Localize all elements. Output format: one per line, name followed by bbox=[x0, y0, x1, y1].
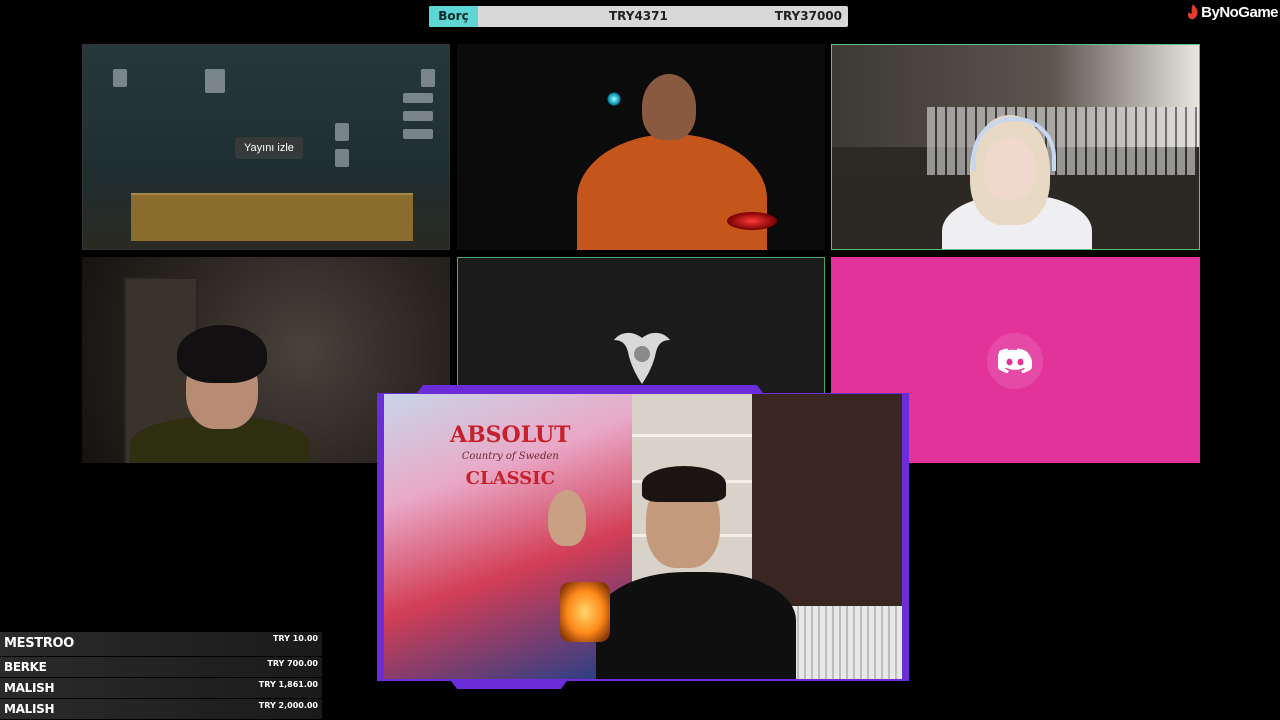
shelf-board bbox=[632, 434, 752, 437]
poster-text: ABSOLUT Country of Sweden CLASSIC bbox=[450, 424, 571, 490]
poster-line-2: Country of Sweden bbox=[461, 451, 559, 462]
list-item: MALISH TRY 1,861.00 bbox=[0, 678, 322, 699]
donor-name: BERKE bbox=[4, 660, 47, 674]
tile-rack bbox=[131, 193, 413, 241]
game-tile bbox=[403, 93, 433, 103]
game-tile bbox=[335, 123, 349, 141]
list-item: MALISH TRY 2,000.00 bbox=[0, 699, 322, 720]
poster-line-3: CLASSIC bbox=[465, 468, 555, 489]
radiator bbox=[792, 606, 902, 679]
participant-cam-1[interactable] bbox=[457, 44, 825, 250]
game-screenshare-tile[interactable]: Yayını izle bbox=[82, 44, 450, 250]
game-tile bbox=[113, 69, 127, 87]
debt-label: Borç bbox=[429, 6, 478, 27]
list-item: BERKE TRY 700.00 bbox=[0, 657, 322, 678]
poster-line-1: ABSOLUT bbox=[450, 422, 571, 448]
debt-current-amount: TRY4371 bbox=[609, 9, 668, 23]
streamer-hair bbox=[642, 466, 726, 502]
donation-list: MESTROO TRY 10.00 BERKE TRY 700.00 MALIS… bbox=[0, 632, 322, 720]
headset-light-icon bbox=[607, 92, 621, 106]
streamer-hand bbox=[548, 490, 586, 546]
winged-emblem-icon bbox=[614, 332, 670, 384]
participant-silhouette bbox=[577, 134, 767, 250]
game-tile bbox=[335, 149, 349, 167]
streamer-silhouette bbox=[596, 572, 796, 679]
microphone-icon bbox=[560, 582, 610, 642]
kitchen-backsplash bbox=[927, 107, 1197, 177]
donor-name: MALISH bbox=[4, 702, 55, 716]
donor-name: MALISH bbox=[4, 681, 55, 695]
list-item: MESTROO TRY 10.00 bbox=[0, 632, 322, 657]
participant-cam-2[interactable] bbox=[831, 44, 1200, 250]
keyboard-light bbox=[727, 212, 777, 230]
donation-amount: TRY 2,000.00 bbox=[258, 701, 318, 710]
flame-icon bbox=[1187, 4, 1199, 20]
participant-hair bbox=[177, 325, 267, 383]
game-tile bbox=[421, 69, 435, 87]
game-tile bbox=[403, 129, 433, 139]
donation-amount: TRY 700.00 bbox=[267, 659, 318, 668]
debt-target-amount: TRY37000 bbox=[774, 9, 842, 23]
watch-stream-button[interactable]: Yayını izle bbox=[235, 137, 303, 159]
game-tile bbox=[403, 111, 433, 121]
donor-name: MESTROO bbox=[4, 636, 75, 651]
bynogame-logo: ByNoGame bbox=[1187, 2, 1278, 22]
main-streamer-cam[interactable]: ABSOLUT Country of Sweden CLASSIC bbox=[384, 394, 902, 679]
donation-amount: TRY 1,861.00 bbox=[258, 680, 318, 689]
participant-head bbox=[642, 74, 696, 140]
discord-icon bbox=[987, 333, 1043, 389]
logo-text: ByNoGame bbox=[1201, 3, 1278, 21]
game-tile bbox=[205, 69, 225, 93]
donation-amount: TRY 10.00 bbox=[272, 634, 318, 643]
debt-progress-bar: Borç TRY4371 TRY37000 bbox=[429, 6, 848, 27]
